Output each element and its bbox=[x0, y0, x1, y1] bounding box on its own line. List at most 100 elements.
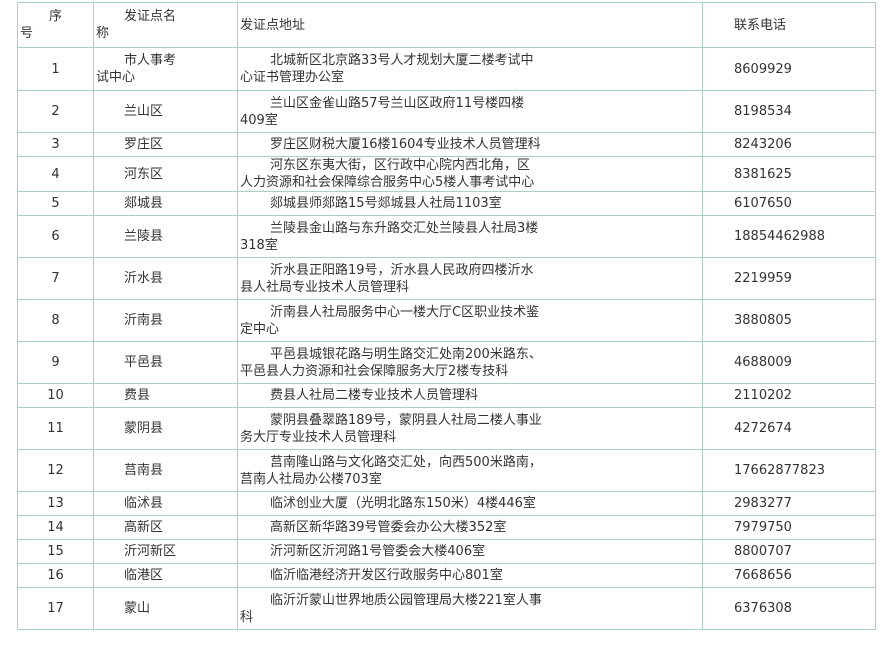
row-phone: 3880805 bbox=[702, 299, 876, 342]
header-number: 序 号 bbox=[17, 2, 94, 48]
row-address-line1: 沂南县人社局服务中心一楼大厅C区职业技术鉴 bbox=[270, 304, 540, 320]
row-address-line2: 平邑县人力资源和社会保障服务大厅2楼专技科 bbox=[240, 363, 509, 379]
row-address-line1: 沂水县正阳路19号，沂水县人民政府四楼沂水 bbox=[270, 262, 534, 278]
row-address-line2: 莒南人社局办公楼703室 bbox=[240, 471, 382, 487]
row-phone: 18854462988 bbox=[702, 215, 876, 258]
table-row: 6 兰陵县 兰陵县金山路与东升路交汇处兰陵县人社局3楼 318室 18854462988 bbox=[17, 215, 876, 258]
row-address: 沂水县正阳路19号，沂水县人民政府四楼沂水 县人社局专业技术人员管理科 bbox=[237, 257, 703, 300]
row-district: 平邑县 bbox=[93, 341, 238, 384]
table-row: 10 费县 费县人社局二楼专业技术人员管理科 2110202 bbox=[17, 383, 876, 408]
row-address: 河东区东夷大街，区行政中心院内西北角，区人力资源和社会保障综合服务中心5楼人事考… bbox=[237, 156, 703, 192]
row-address: 罗庄区财税大厦16楼1604专业技术人员管理科 bbox=[237, 132, 703, 157]
row-district: 兰陵县 bbox=[93, 215, 238, 258]
table-header-row: 序 号 发证点名 称 发证点地址 联系电话 bbox=[17, 2, 876, 48]
row-address-line2: 务大厅专业技术人员管理科 bbox=[240, 429, 397, 445]
header-phone: 联系电话 bbox=[702, 2, 876, 48]
certificate-office-table: 序 号 发证点名 称 发证点地址 联系电话 1 市人事考 试中心 北城新区北京路33号… bbox=[17, 2, 876, 630]
row-address-line1: 北城新区北京路33号人才规划大厦二楼考试中 bbox=[270, 53, 534, 68]
row-phone: 4688009 bbox=[702, 341, 876, 384]
row-phone: 2219959 bbox=[702, 257, 876, 300]
table-row: 3 罗庄区 罗庄区财税大厦16楼1604专业技术人员管理科 8243206 bbox=[17, 132, 876, 157]
row-number: 4 bbox=[17, 156, 94, 192]
row-address-line2: 409室 bbox=[240, 112, 278, 128]
row-phone: 7668656 bbox=[702, 563, 876, 588]
row-address-line1: 兰陵县金山路与东升路交汇处兰陵县人社局3楼 bbox=[270, 220, 539, 236]
table-row: 4 河东区 河东区东夷大街，区行政中心院内西北角，区 人力资源和社会保障综合服务中心5… bbox=[17, 156, 876, 192]
row-address: 临沭创业大厦（光明北路东150米）4楼446室 bbox=[237, 491, 703, 516]
row-district: 河东区 bbox=[93, 156, 238, 192]
row-number: 15 bbox=[17, 539, 94, 564]
row-address: 兰陵县金山路与东升路交汇处兰陵县人社局3楼 318室 bbox=[237, 215, 703, 258]
row-address: 平邑县城银花路与明生路交汇处南200米路东、 平邑县人力资源和社会保障服务大厅2楼… bbox=[237, 341, 703, 384]
table-row: 15 沂河新区 沂河新区沂河路1号管委会大楼406室 8800707 bbox=[17, 539, 876, 564]
table-row: 9 平邑县 平邑县城银花路与明生路交汇处南200米路东、 平邑县人力资源和社会保障服务… bbox=[17, 341, 876, 384]
row-phone: 6107650 bbox=[702, 191, 876, 216]
row-number: 7 bbox=[17, 257, 94, 300]
row-address-line1: 罗庄区财税大厦16楼1604专业技术人员管理科 bbox=[270, 137, 541, 152]
row-district: 沂河新区 bbox=[93, 539, 238, 564]
row-number: 5 bbox=[17, 191, 94, 216]
row-district: 临沭县 bbox=[93, 491, 238, 516]
table-row: 7 沂水县 沂水县正阳路19号，沂水县人民政府四楼沂水 县人社局专业技术人员管理科 22… bbox=[17, 257, 876, 300]
row-number: 2 bbox=[17, 90, 94, 133]
row-address-line1: 莒南隆山路与文化路交汇处，向西500米路南， bbox=[270, 454, 542, 470]
row-address: 兰山区金雀山路57号兰山区政府11号楼四楼 409室 bbox=[237, 90, 703, 133]
row-district: 市人事考 试中心 bbox=[93, 47, 238, 91]
row-phone: 4272674 bbox=[702, 407, 876, 450]
row-address: 莒南隆山路与文化路交汇处，向西500米路南， 莒南人社局办公楼703室 bbox=[237, 449, 703, 492]
table-row: 11 蒙阴县 蒙阴县叠翠路189号，蒙阴县人社局二楼人事业 务大厅专业技术人员管理科 4… bbox=[17, 407, 876, 450]
row-number: 17 bbox=[17, 587, 94, 630]
row-address-line1: 临沭创业大厦（光明北路东150米）4楼446室 bbox=[270, 496, 536, 511]
row-district: 兰山区 bbox=[93, 90, 238, 133]
row-phone: 8800707 bbox=[702, 539, 876, 564]
table-row: 16 临港区 临沂临港经济开发区行政服务中心801室 7668656 bbox=[17, 563, 876, 588]
row-phone: 7979750 bbox=[702, 515, 876, 540]
row-address-line2: 县人社局专业技术人员管理科 bbox=[240, 279, 410, 295]
row-address-line1: 河东区东夷大街，区行政中心院内西北角，区 bbox=[270, 158, 531, 173]
row-number: 12 bbox=[17, 449, 94, 492]
row-district: 临港区 bbox=[93, 563, 238, 588]
row-phone: 8609929 bbox=[702, 47, 876, 91]
row-phone: 8198534 bbox=[702, 90, 876, 133]
row-address-line2: 人力资源和社会保障综合服务中心5楼人事考试中心 bbox=[240, 175, 535, 190]
row-address-line1: 高新区新华路39号管委会办公大楼352室 bbox=[270, 520, 507, 535]
row-district: 费县 bbox=[93, 383, 238, 408]
row-number: 10 bbox=[17, 383, 94, 408]
row-address-line2: 定中心 bbox=[240, 321, 280, 337]
row-address-line2: 心证书管理办公室 bbox=[240, 70, 345, 85]
row-number: 11 bbox=[17, 407, 94, 450]
row-address-line1: 兰山区金雀山路57号兰山区政府11号楼四楼 bbox=[270, 95, 525, 111]
row-address: 费县人社局二楼专业技术人员管理科 bbox=[237, 383, 703, 408]
row-district-line2: 试中心 bbox=[96, 70, 136, 85]
row-address-line1: 平邑县城银花路与明生路交汇处南200米路东、 bbox=[270, 346, 542, 362]
row-address: 沂河新区沂河路1号管委会大楼406室 bbox=[237, 539, 703, 564]
header-address: 发证点地址 bbox=[237, 2, 703, 48]
row-address: 高新区新华路39号管委会办公大楼352室 bbox=[237, 515, 703, 540]
row-address-line1: 费县人社局二楼专业技术人员管理科 bbox=[270, 388, 479, 403]
row-address-line1: 临沂临港经济开发区行政服务中心801室 bbox=[270, 568, 503, 583]
table-row: 14 高新区 高新区新华路39号管委会办公大楼352室 7979750 bbox=[17, 515, 876, 540]
row-address: 郯城县师郯路15号郯城县人社局1103室 bbox=[237, 191, 703, 216]
row-phone: 6376308 bbox=[702, 587, 876, 630]
row-address-line1: 蒙阴县叠翠路189号，蒙阴县人社局二楼人事业 bbox=[270, 412, 542, 428]
row-number: 14 bbox=[17, 515, 94, 540]
row-address-line1: 郯城县师郯路15号郯城县人社局1103室 bbox=[270, 196, 502, 211]
table-row: 8 沂南县 沂南县人社局服务中心一楼大厅C区职业技术鉴 定中心 3880805 bbox=[17, 299, 876, 342]
row-district: 蒙阴县 bbox=[93, 407, 238, 450]
row-district: 蒙山 bbox=[93, 587, 238, 630]
row-address: 蒙阴县叠翠路189号，蒙阴县人社局二楼人事业 务大厅专业技术人员管理科 bbox=[237, 407, 703, 450]
row-district: 罗庄区 bbox=[93, 132, 238, 157]
row-address-line1: 临沂沂蒙山世界地质公园管理局大楼221室人事 bbox=[270, 592, 542, 608]
row-district: 沂水县 bbox=[93, 257, 238, 300]
row-number: 9 bbox=[17, 341, 94, 384]
row-number: 6 bbox=[17, 215, 94, 258]
row-address: 北城新区北京路33号人才规划大厦二楼考试中心证书管理办公室 bbox=[237, 47, 703, 91]
row-address: 临沂临港经济开发区行政服务中心801室 bbox=[237, 563, 703, 588]
row-phone: 17662877823 bbox=[702, 449, 876, 492]
table-row: 17 蒙山 临沂沂蒙山世界地质公园管理局大楼221室人事科 6376308 bbox=[17, 587, 876, 630]
row-number: 13 bbox=[17, 491, 94, 516]
row-address-line2: 科 bbox=[240, 609, 254, 625]
row-phone: 8243206 bbox=[702, 132, 876, 157]
row-number: 8 bbox=[17, 299, 94, 342]
row-district: 高新区 bbox=[93, 515, 238, 540]
